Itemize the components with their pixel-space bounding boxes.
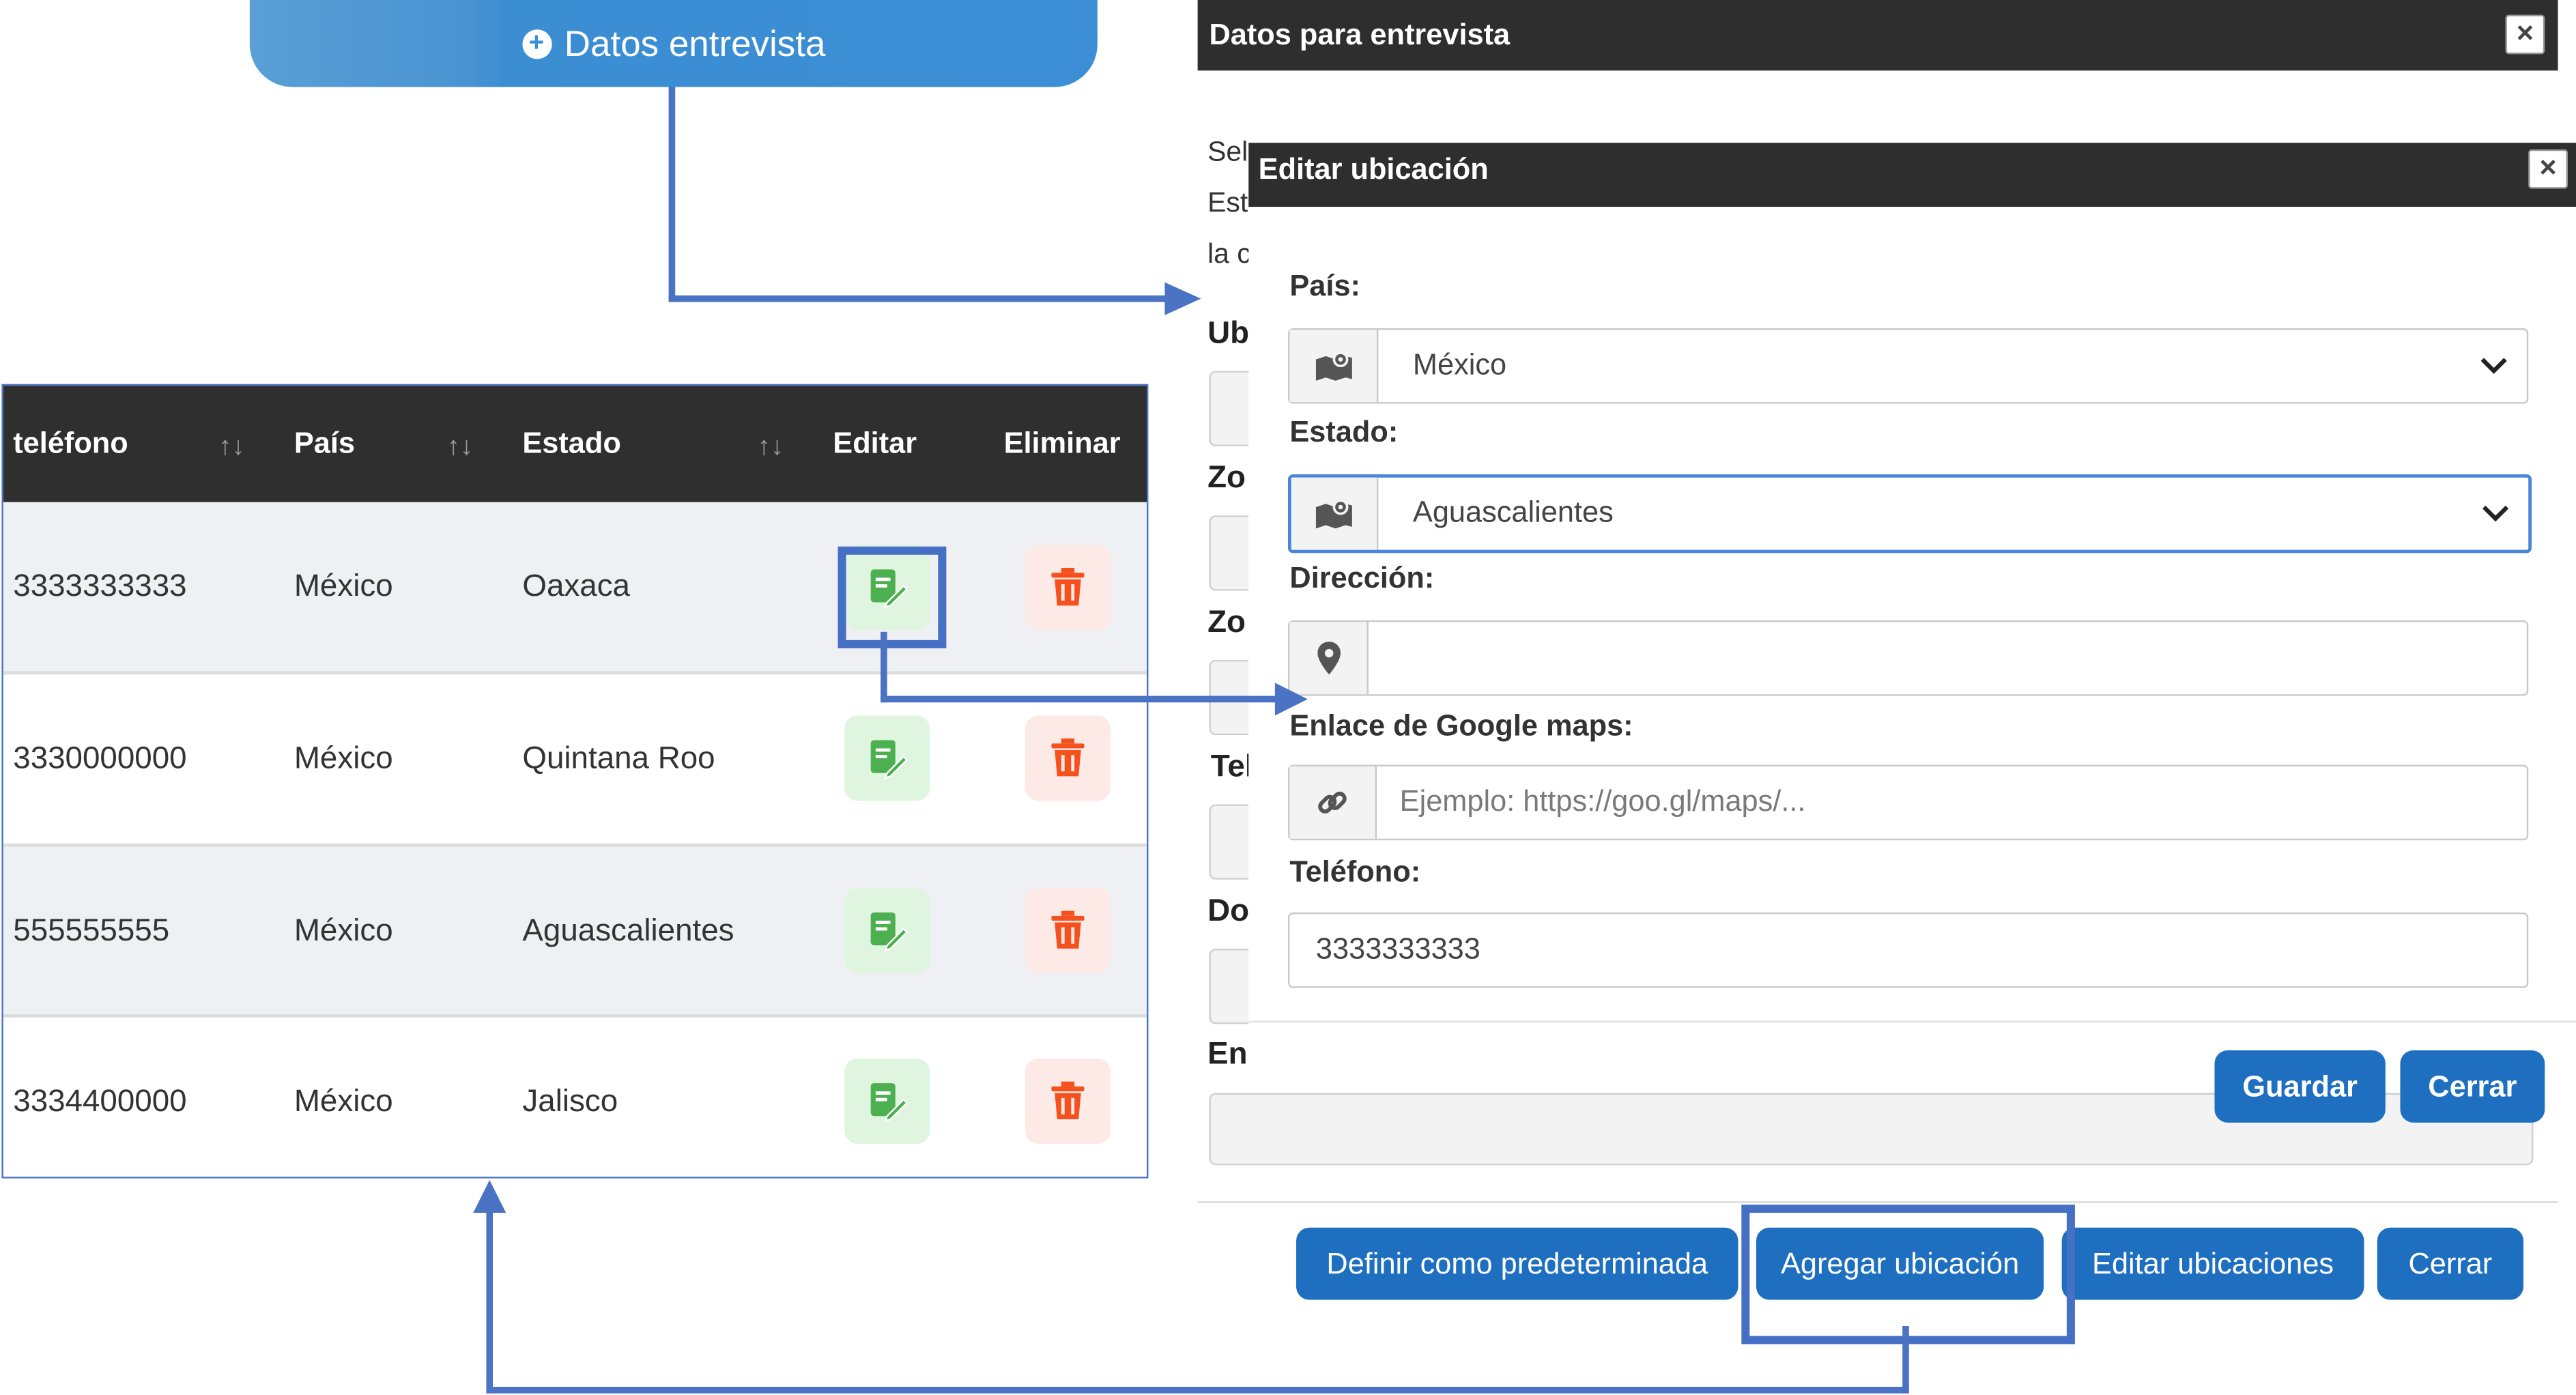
link-icon — [1289, 766, 1377, 839]
cell-pais: México — [294, 569, 393, 604]
maps-link-input[interactable]: Ejemplo: https://goo.gl/maps/... — [1288, 764, 2529, 841]
dialog-main-label-fragment: Do — [1207, 894, 1250, 930]
edit-location-dialog — [1248, 143, 2576, 1026]
phone-input[interactable]: 3333333333 — [1288, 912, 2529, 988]
chevron-down-icon — [2480, 358, 2507, 374]
map-icon — [1289, 330, 1379, 403]
edit-locations-button[interactable]: Editar ubicaciones — [2061, 1227, 2364, 1300]
edit-button-highlight — [838, 546, 947, 648]
edit-row-button[interactable] — [844, 1059, 930, 1145]
dialog-main-text-fragment: Est — [1207, 187, 1248, 218]
edit-location-header: Editar ubicación × — [1248, 143, 2576, 207]
close-icon[interactable]: × — [2505, 14, 2545, 55]
table-row: 3333333333 México Oaxaca — [3, 502, 1147, 673]
cell-telefono: 3333333333 — [13, 569, 187, 604]
datos-entrevista-button[interactable]: + Datos entrevista — [249, 0, 1098, 87]
dialog-main-label-fragment: Zo — [1207, 461, 1246, 496]
cell-pais: México — [294, 741, 393, 777]
dialog-main-label-fragment: En — [1207, 1037, 1248, 1072]
state-label: Estado: — [1289, 415, 1399, 448]
edit-location-title: Editar ubicación — [1258, 152, 1489, 186]
phone-value: 3333333333 — [1315, 932, 1480, 965]
dialog-main-title: Datos para entrevista — [1209, 18, 1511, 51]
map-icon — [1291, 477, 1379, 550]
dialog-main-text-fragment: Sel — [1207, 136, 1248, 168]
phone-label: Teléfono: — [1289, 854, 1421, 888]
add-location-highlight — [1741, 1205, 2075, 1344]
address-input[interactable] — [1288, 620, 2529, 696]
dialog-main-field-stub — [1209, 948, 1254, 1024]
datos-entrevista-label: Datos entrevista — [564, 22, 826, 63]
cell-telefono: 3334400000 — [13, 1084, 187, 1120]
country-select[interactable]: México — [1288, 328, 2529, 404]
dialog-main-text-fragment: la c — [1207, 238, 1251, 270]
table-row: 3334400000 México Jalisco — [3, 1018, 1147, 1177]
cell-estado: Oaxaca — [522, 569, 631, 604]
plus-circle-icon: + — [521, 29, 552, 59]
dialog-main-field-stub — [1209, 804, 1254, 880]
column-header-telefono[interactable]: teléfono — [13, 386, 128, 502]
country-value: México — [1412, 347, 1507, 381]
dialog-main-header: Datos para entrevista × — [1197, 0, 2558, 71]
trash-icon — [1051, 1081, 1085, 1120]
dialog-main-label-fragment: Tel — [1210, 749, 1254, 785]
trash-icon — [1051, 568, 1085, 606]
chevron-down-icon — [2482, 505, 2509, 522]
delete-row-button[interactable] — [1025, 545, 1111, 631]
maps-link-label: Enlace de Google maps: — [1289, 708, 1633, 742]
dialog-main-label-fragment: Ub — [1207, 317, 1250, 351]
cell-estado: Aguascalientes — [522, 914, 734, 949]
locations-table: teléfono ↑↓ País ↑↓ Estado ↑↓ Editar Eli… — [1, 384, 1149, 1179]
cell-estado: Jalisco — [522, 1084, 618, 1120]
close-icon[interactable]: × — [2528, 149, 2568, 189]
cell-pais: México — [294, 1084, 393, 1120]
delete-row-button[interactable] — [1025, 1059, 1111, 1145]
sort-icon[interactable]: ↑↓ — [218, 386, 245, 502]
trash-icon — [1051, 738, 1085, 777]
column-header-estado[interactable]: Estado — [522, 386, 620, 502]
cell-pais: México — [294, 914, 393, 949]
edit-row-button[interactable] — [844, 715, 930, 801]
state-value: Aguascalientes — [1412, 495, 1614, 529]
column-header-pais[interactable]: País — [294, 386, 355, 502]
edit-document-icon — [870, 1083, 908, 1123]
trash-icon — [1051, 910, 1085, 949]
edit-document-icon — [870, 912, 908, 952]
cell-telefono: 3330000000 — [13, 741, 187, 777]
dialog-main-label-fragment: Zo — [1207, 605, 1246, 640]
table-header: teléfono ↑↓ País ↑↓ Estado ↑↓ Editar Eli… — [3, 386, 1147, 502]
cell-telefono: 555555555 — [13, 914, 170, 949]
set-default-button[interactable]: Definir como predeterminada — [1296, 1227, 1738, 1300]
sort-icon[interactable]: ↑↓ — [447, 386, 474, 502]
cancel-button[interactable]: Cerrar — [2400, 1050, 2545, 1123]
delete-row-button[interactable] — [1025, 715, 1111, 801]
cell-estado: Quintana Roo — [522, 741, 715, 777]
column-header-eliminar: Eliminar — [1003, 427, 1121, 460]
save-button[interactable]: Guardar — [2214, 1050, 2386, 1123]
table-row: 555555555 México Aguascalientes — [3, 846, 1147, 1018]
edit-row-button[interactable] — [844, 887, 930, 973]
close-dialog-button[interactable]: Cerrar — [2377, 1227, 2523, 1300]
maps-link-placeholder: Ejemplo: https://goo.gl/maps/... — [1399, 784, 1806, 818]
sort-icon[interactable]: ↑↓ — [758, 386, 784, 502]
address-label: Dirección: — [1289, 561, 1435, 594]
state-select[interactable]: Aguascalientes — [1288, 474, 2532, 553]
edit-document-icon — [870, 740, 908, 779]
delete-row-button[interactable] — [1025, 887, 1111, 973]
dialog-main-field-stub — [1209, 515, 1254, 591]
column-header-editar: Editar — [833, 427, 917, 460]
country-label: País: — [1289, 269, 1360, 302]
dialog-main-field-stub — [1209, 371, 1254, 447]
